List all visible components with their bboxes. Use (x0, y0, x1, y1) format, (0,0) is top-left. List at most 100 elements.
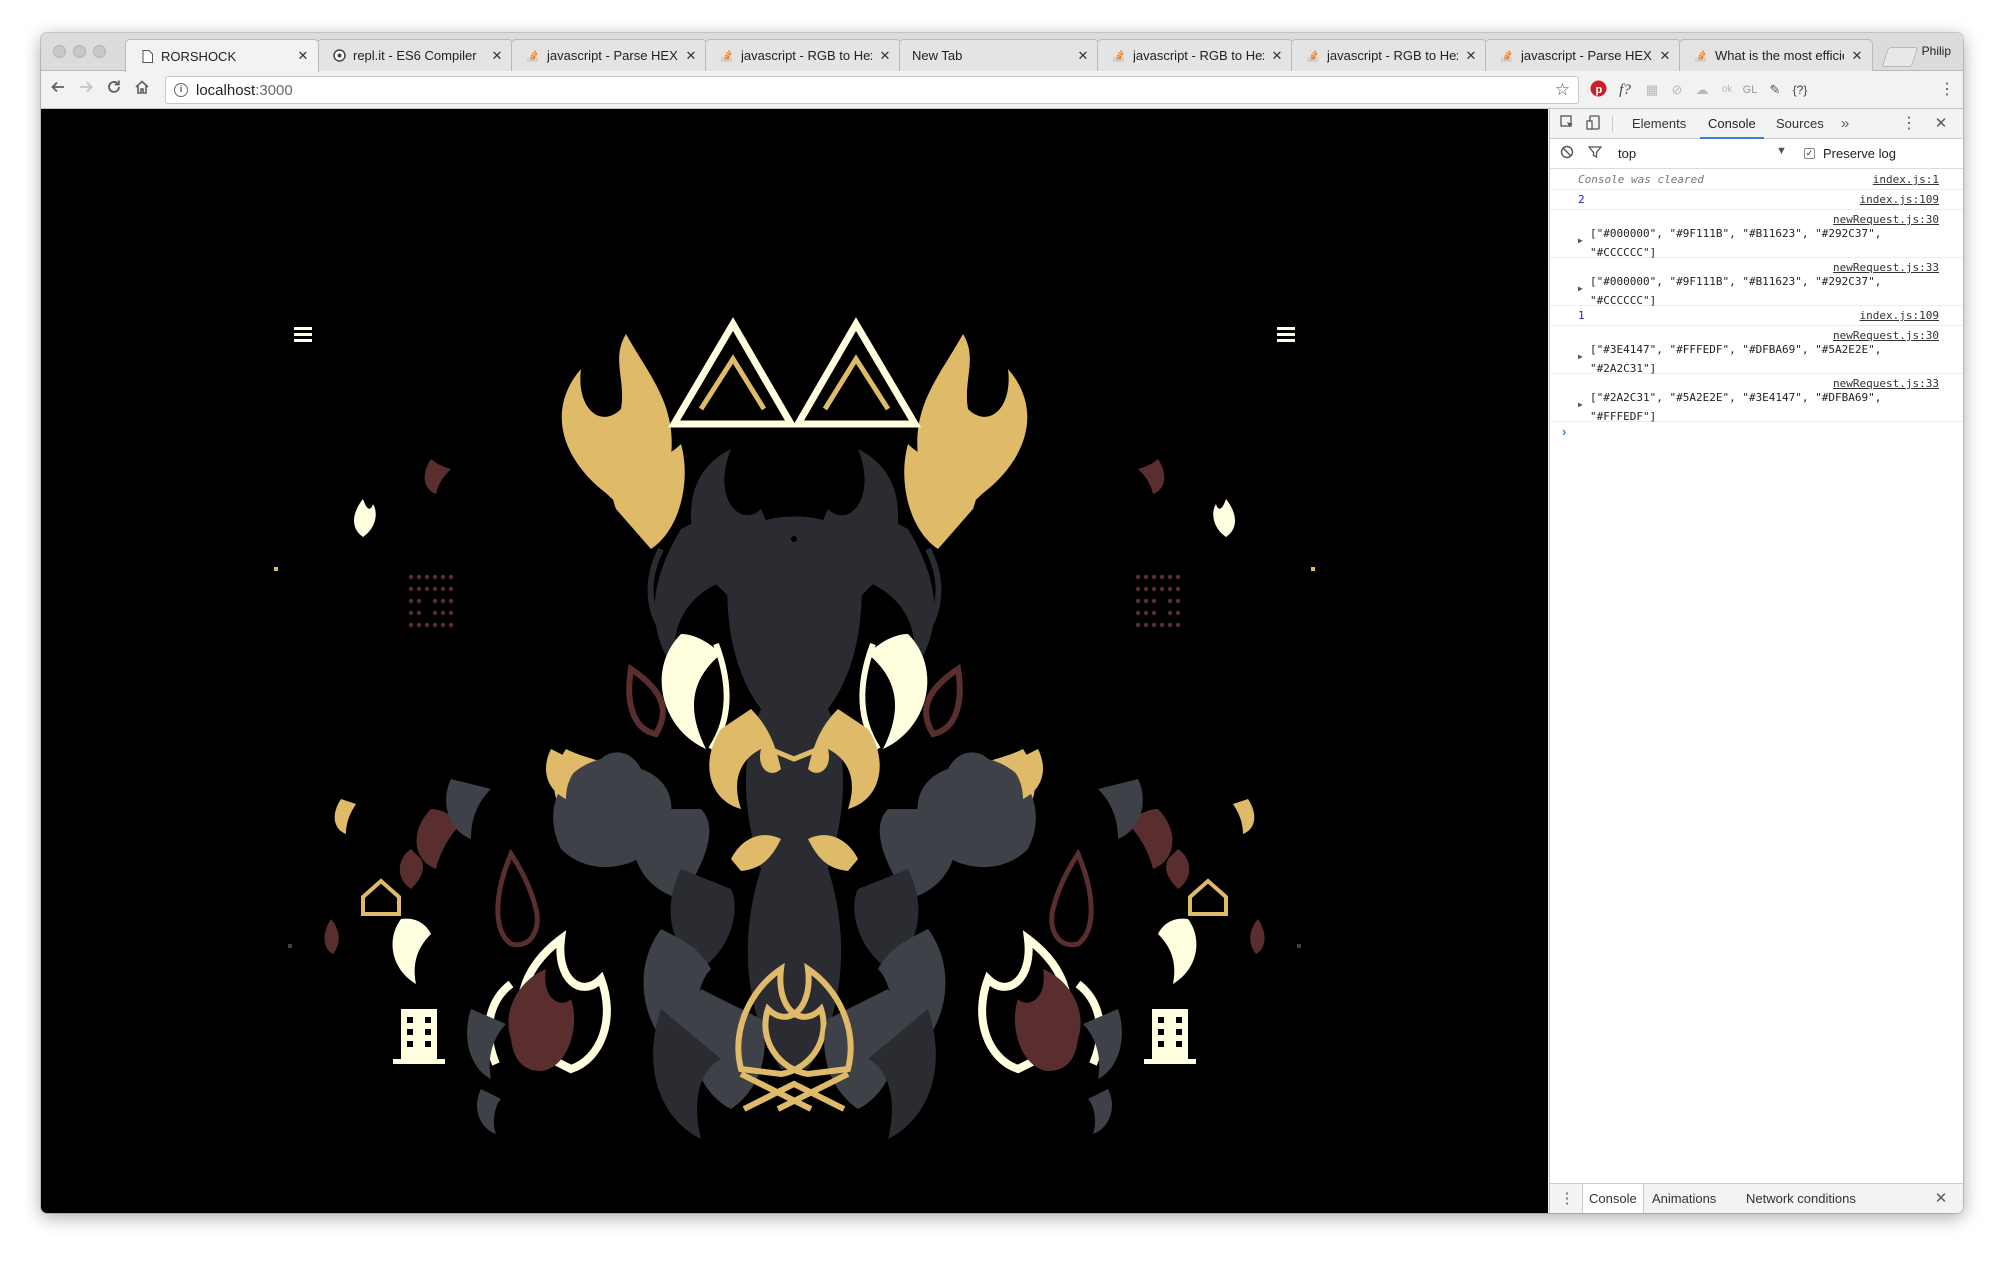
tab-strip: RORSHOCK ✕ repl.it - ES6 Compiler ✕ java… (41, 33, 1963, 72)
close-tab-icon[interactable]: ✕ (1850, 48, 1864, 64)
console-message-array[interactable]: newRequest.js:30 ▶ ["#000000", "#9F111B"… (1550, 210, 1963, 259)
console-message: 2 index.js:109 (1550, 190, 1963, 210)
devtools-tab-bar: Elements Console Sources » ⋮ ✕ (1550, 109, 1963, 139)
clear-console-icon[interactable] (1558, 145, 1576, 163)
document-icon (140, 49, 154, 63)
menu-dots-icon[interactable]: ⋮ (1900, 115, 1918, 133)
drawer-tab-animations[interactable]: Animations (1652, 1184, 1716, 1213)
tab-title: javascript - RGB to Hex a (1133, 48, 1264, 63)
expand-triangle-icon[interactable]: ▶ (1578, 352, 1583, 361)
message-array-line: ["#000000", "#9F111B", "#B11623", "#292C… (1590, 275, 1882, 288)
extension-icon[interactable]: ▦ (1642, 80, 1662, 100)
tab-new-tab[interactable]: New Tab ✕ (899, 39, 1099, 71)
expand-triangle-icon[interactable]: ▶ (1578, 400, 1583, 409)
source-link[interactable]: newRequest.js:33 (1833, 261, 1939, 274)
info-icon[interactable]: i (174, 83, 188, 97)
tab-rorshock[interactable]: RORSHOCK ✕ (125, 39, 319, 72)
console-filter-bar: top ▼ ✓ Preserve log (1550, 139, 1963, 169)
close-tab-icon[interactable]: ✕ (1658, 48, 1672, 64)
json-extension-icon[interactable]: {?} (1790, 80, 1810, 100)
console-message: 1 index.js:109 (1550, 306, 1963, 326)
devtools-panel: Elements Console Sources » ⋮ ✕ top ▼ ✓ P… (1549, 109, 1963, 1213)
stackoverflow-icon (720, 49, 734, 63)
reload-icon[interactable] (103, 79, 125, 101)
eyedropper-icon[interactable]: ✎ (1765, 80, 1785, 100)
stackoverflow-icon (1500, 49, 1514, 63)
toolbar: i localhost:3000 ☆ p f? ▦ ⊘ ☁ ok GL ✎ {?… (41, 71, 1963, 109)
source-link[interactable]: newRequest.js:30 (1833, 213, 1939, 226)
tab-stackoverflow-2[interactable]: javascript - RGB to Hex a ✕ (705, 39, 901, 71)
expand-triangle-icon[interactable]: ▶ (1578, 236, 1583, 245)
inspect-element-icon[interactable] (1558, 115, 1576, 133)
gl-extension-icon[interactable]: GL (1740, 80, 1760, 100)
tab-stackoverflow-1[interactable]: javascript - Parse HEX AS ✕ (511, 39, 707, 71)
tab-console[interactable]: Console (1700, 109, 1764, 139)
pinterest-icon[interactable]: p (1588, 80, 1608, 100)
filter-icon[interactable] (1586, 145, 1604, 163)
url-text: localhost:3000 (196, 81, 293, 99)
rorschach-artwork (41, 109, 1548, 1213)
tab-stackoverflow-6[interactable]: What is the most efficient ✕ (1679, 39, 1873, 71)
tab-elements[interactable]: Elements (1632, 109, 1686, 139)
devtools-drawer: ⋮ Console Animations Network conditions … (1550, 1183, 1963, 1213)
close-tab-icon[interactable]: ✕ (1270, 48, 1284, 64)
tab-stackoverflow-3[interactable]: javascript - RGB to Hex a ✕ (1097, 39, 1293, 71)
home-icon[interactable] (131, 79, 153, 101)
drawer-menu-icon[interactable]: ⋮ (1558, 1190, 1576, 1208)
svg-text:p: p (1595, 84, 1602, 96)
new-tab-button[interactable] (1881, 47, 1919, 67)
close-tab-icon[interactable]: ✕ (1464, 48, 1478, 64)
stackoverflow-icon (1112, 49, 1126, 63)
menu-dots-icon[interactable]: ⋮ (1937, 80, 1957, 100)
minimize-window-button[interactable] (73, 45, 86, 58)
console-prompt-row[interactable]: › (1550, 422, 1963, 444)
zoom-window-button[interactable] (93, 45, 106, 58)
close-window-button[interactable] (53, 45, 66, 58)
console-message-array[interactable]: newRequest.js:33 ▶ ["#2A2C31", "#5A2E2E"… (1550, 374, 1963, 423)
extension-icon[interactable]: ⊘ (1667, 80, 1687, 100)
source-link[interactable]: newRequest.js:33 (1833, 377, 1939, 390)
tab-stackoverflow-4[interactable]: javascript - RGB to Hex a ✕ (1291, 39, 1487, 71)
forward-icon[interactable] (75, 79, 97, 101)
close-tab-icon[interactable]: ✕ (296, 48, 310, 64)
expand-triangle-icon[interactable]: ▶ (1578, 284, 1583, 293)
formula-extension-icon[interactable]: f? (1615, 80, 1635, 100)
source-link[interactable]: index.js:1 (1873, 173, 1939, 186)
context-selector[interactable]: top (1618, 146, 1636, 161)
console-message-array[interactable]: newRequest.js:33 ▶ ["#000000", "#9F111B"… (1550, 258, 1963, 307)
console-message-array[interactable]: newRequest.js:30 ▶ ["#3E4147", "#FFFEDF"… (1550, 326, 1963, 375)
close-devtools-icon[interactable]: ✕ (1932, 115, 1950, 133)
source-link[interactable]: index.js:109 (1860, 193, 1939, 206)
tab-title: RORSHOCK (161, 48, 237, 64)
tab-sources[interactable]: Sources (1776, 109, 1824, 139)
drawer-tab-console[interactable]: Console (1582, 1184, 1644, 1213)
prompt-chevron-icon: › (1562, 424, 1567, 439)
address-bar[interactable]: i localhost:3000 ☆ (165, 76, 1579, 104)
page-viewport[interactable] (41, 109, 1548, 1213)
extension-icon[interactable]: ok (1717, 80, 1737, 100)
bookmark-star-icon[interactable]: ☆ (1555, 80, 1570, 100)
tab-stackoverflow-5[interactable]: javascript - Parse HEX As ✕ (1485, 39, 1681, 71)
back-icon[interactable] (47, 79, 69, 101)
tab-title: What is the most efficient (1715, 48, 1844, 63)
source-link[interactable]: newRequest.js:30 (1833, 329, 1939, 342)
close-tab-icon[interactable]: ✕ (1076, 48, 1090, 64)
close-drawer-icon[interactable]: ✕ (1932, 1190, 1950, 1208)
tab-title: javascript - Parse HEX AS (547, 48, 678, 63)
source-link[interactable]: index.js:109 (1860, 309, 1939, 322)
chevron-down-icon[interactable]: ▼ (1776, 145, 1787, 157)
profile-name[interactable]: Philip (1922, 44, 1951, 58)
close-tab-icon[interactable]: ✕ (878, 48, 892, 64)
device-toolbar-icon[interactable] (1584, 115, 1602, 133)
divider (1612, 116, 1613, 132)
stackoverflow-icon (1306, 49, 1320, 63)
close-tab-icon[interactable]: ✕ (684, 48, 698, 64)
drawer-tab-network-conditions[interactable]: Network conditions (1746, 1184, 1856, 1213)
message-array-line: ["#3E4147", "#FFFEDF", "#DFBA69", "#5A2E… (1590, 343, 1882, 356)
preserve-log-checkbox[interactable]: ✓ Preserve log (1804, 146, 1896, 161)
tab-replit[interactable]: repl.it - ES6 Compiler ✕ (317, 39, 513, 71)
checkbox-checked-icon[interactable]: ✓ (1804, 148, 1815, 159)
extension-icon[interactable]: ☁ (1692, 80, 1712, 100)
close-tab-icon[interactable]: ✕ (490, 48, 504, 64)
more-tabs-icon[interactable]: » (1836, 115, 1854, 133)
